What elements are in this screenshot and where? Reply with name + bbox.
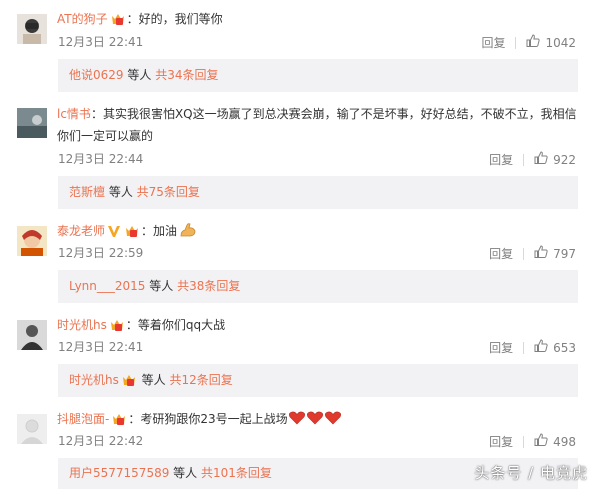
sub-reply-count[interactable]: 共75条回复 (137, 185, 200, 199)
comment-list: AT的狗子 ：好的，我们等你 12月3日 22:41 回复 1042 他说0629… (0, 0, 596, 489)
like-count: 797 (553, 246, 576, 261)
sub-reply-label: 等人 (169, 466, 201, 480)
reply-button[interactable]: 回复 (489, 340, 513, 356)
sub-reply-label: 等人 (123, 68, 156, 82)
like-count: 1042 (545, 35, 576, 50)
sub-reply-count[interactable]: 共34条回复 (155, 68, 218, 82)
user-avatar[interactable] (17, 414, 47, 444)
action-divider (523, 153, 525, 166)
comment-text: 好的，我们等你 (138, 12, 223, 26)
action-divider (523, 247, 525, 260)
sub-reply-label: 等人 (137, 373, 170, 387)
avatar-icon (17, 108, 47, 138)
sub-reply-user[interactable]: 时光机hs (69, 373, 119, 387)
vip-badge-icon (111, 411, 127, 433)
comment-time: 12月3日 22:44 (58, 152, 144, 166)
thumbs-up-icon[interactable] (526, 34, 541, 51)
reply-button[interactable]: 回复 (489, 434, 513, 450)
sub-reply-label: 等人 (145, 279, 178, 293)
vip-badge-icon (121, 367, 137, 400)
avatar-icon (17, 14, 47, 44)
muscle-emoji-icon (179, 222, 197, 245)
sub-replies-box[interactable]: 他说0629 等人 共34条回复 (58, 59, 578, 92)
comment-actions: 回复 653 (489, 339, 576, 356)
sub-reply-count[interactable]: 共101条回复 (201, 466, 272, 480)
thumbs-up-icon[interactable] (534, 245, 548, 262)
comment-username[interactable]: lc情书 (57, 107, 91, 121)
like-count: 498 (553, 434, 576, 449)
sub-reply-user[interactable]: 范斯檀 (69, 185, 105, 199)
comment-actions: 回复 922 (489, 151, 576, 168)
user-avatar[interactable] (17, 14, 47, 44)
comment-time: 12月3日 22:41 (58, 35, 144, 49)
sub-replies-box[interactable]: 时光机hs 等人 共12条回复 (58, 364, 578, 397)
sub-reply-user[interactable]: 用户5577157589 (69, 466, 169, 480)
sub-replies-box[interactable]: 范斯檀 等人 共75条回复 (58, 176, 578, 209)
comment-username[interactable]: AT的狗子 (57, 12, 108, 26)
vip-badge-icon (124, 223, 140, 245)
heart-emoji-icon (288, 410, 342, 433)
like-count: 653 (553, 340, 576, 355)
comment-username[interactable]: 时光机hs (57, 318, 107, 332)
comment-actions: 回复 498 (489, 433, 576, 450)
avatar-icon (17, 414, 47, 444)
thumbs-up-icon[interactable] (534, 433, 548, 450)
like-count: 922 (553, 152, 576, 167)
sub-replies-box[interactable]: Lynn___2015 等人 共38条回复 (58, 270, 578, 303)
thumbs-up-icon[interactable] (534, 151, 548, 168)
sub-reply-count[interactable]: 共38条回复 (177, 279, 240, 293)
sub-reply-user[interactable]: 他说0629 (69, 68, 124, 82)
comment-time: 12月3日 22:42 (58, 434, 144, 448)
comment-username[interactable]: 抖腿泡面- (57, 412, 109, 426)
comment-time: 12月3日 22:59 (58, 246, 144, 260)
comment-text: 其实我很害怕XQ这一场赢了到总决赛会崩，输了不是坏事，好好总结，不破不立，我相信… (57, 107, 577, 143)
comment-actions: 回复 1042 (481, 34, 576, 51)
thumbs-up-icon[interactable] (534, 339, 548, 356)
comment-text: 等着你们qq大战 (137, 318, 226, 332)
action-divider (523, 435, 525, 448)
comment-actions: 回复 797 (489, 245, 576, 262)
user-avatar[interactable] (17, 320, 47, 350)
comment-text: 加油 (153, 224, 178, 238)
comment-username[interactable]: 泰龙老师 (57, 224, 105, 238)
sub-reply-user[interactable]: Lynn___2015 (69, 279, 145, 293)
user-avatar[interactable] (17, 226, 47, 256)
comment-time: 12月3日 22:41 (58, 340, 144, 354)
avatar-icon (17, 226, 47, 256)
reply-button[interactable]: 回复 (489, 152, 513, 168)
reply-button[interactable]: 回复 (481, 35, 505, 51)
vip-badge-icon (109, 317, 125, 339)
reply-button[interactable]: 回复 (489, 246, 513, 262)
verified-v-icon (107, 223, 121, 245)
action-divider (523, 341, 525, 354)
action-divider (515, 36, 517, 49)
watermark: 头条号 / 电竞虎 (474, 464, 588, 482)
comment-text: 考研狗跟你23号一起上战场 (140, 412, 288, 426)
user-avatar[interactable] (17, 108, 47, 138)
sub-reply-label: 等人 (105, 185, 137, 199)
vip-badge-icon (110, 11, 126, 33)
sub-reply-count[interactable]: 共12条回复 (170, 373, 233, 387)
avatar-icon (17, 320, 47, 350)
